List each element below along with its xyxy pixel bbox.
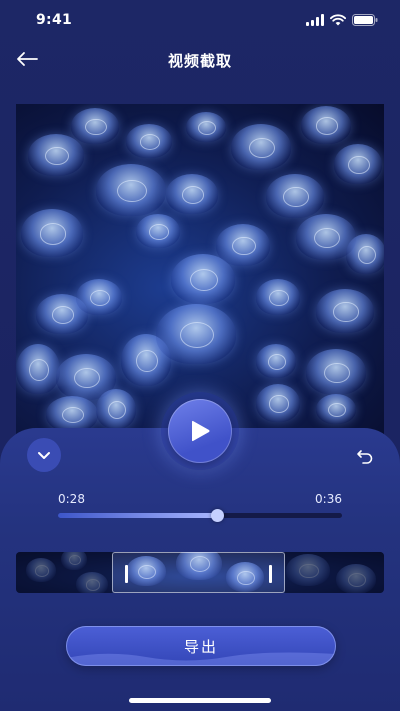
video-preview[interactable]: [16, 104, 384, 438]
jellyfish-image-element: [266, 174, 324, 218]
undo-icon[interactable]: [356, 447, 374, 465]
wifi-icon: [330, 14, 346, 26]
jellyfish-image-element: [16, 344, 60, 394]
status-bar: 9:41: [0, 0, 400, 40]
status-icons: [306, 13, 378, 27]
jellyfish-image-element: [346, 234, 384, 274]
jellyfish-image-element: [316, 289, 374, 333]
play-icon: [192, 420, 210, 442]
header: 视频截取: [0, 40, 400, 80]
trim-excluded-left: [16, 552, 112, 593]
jellyfish-image-element: [334, 144, 382, 184]
jellyfish-image-element: [28, 134, 84, 176]
jellyfish-image-element: [256, 344, 296, 378]
jellyfish-image-element: [71, 108, 119, 144]
trim-handle-right[interactable]: [269, 565, 272, 583]
jellyfish-image-element: [96, 389, 136, 429]
trim-selection[interactable]: [112, 552, 285, 593]
jellyfish-image-element: [256, 279, 300, 315]
playback-progress-bar[interactable]: [58, 509, 342, 522]
jellyfish-image-element: [21, 209, 83, 257]
home-indicator[interactable]: [129, 698, 271, 703]
jellyfish-image-element: [96, 164, 166, 216]
jellyfish-image-element: [171, 254, 235, 304]
play-button[interactable]: [168, 399, 232, 463]
jellyfish-image-element: [306, 349, 366, 395]
page-title: 视频截取: [167, 52, 232, 70]
battery-icon: [352, 14, 378, 26]
clip-end-time: 0:36: [315, 492, 342, 506]
jellyfish-image-element: [186, 112, 226, 142]
export-button-label: 导出: [183, 637, 218, 656]
jellyfish-image-element: [231, 124, 291, 170]
jellyfish-image-element: [166, 174, 218, 214]
status-time: 9:41: [36, 12, 73, 28]
trim-handle-left[interactable]: [125, 565, 128, 583]
jellyfish-image-element: [136, 214, 180, 248]
jellyfish-image-element: [301, 106, 351, 144]
jellyfish-image-element: [126, 124, 172, 158]
jellyfish-image-element: [46, 396, 98, 432]
signal-icon: [306, 14, 324, 26]
progress-knob[interactable]: [211, 509, 224, 522]
jellyfish-image-element: [316, 394, 356, 424]
export-button[interactable]: 导出: [66, 626, 336, 666]
jellyfish-image-element: [156, 304, 236, 364]
trim-excluded-right: [285, 552, 384, 593]
chevron-down-icon: [38, 452, 50, 459]
video-clip-screen: 9:41 视频截取 0:28 0:36 导出: [0, 0, 400, 711]
clip-start-time: 0:28: [58, 492, 85, 506]
collapse-button[interactable]: [27, 438, 61, 472]
jellyfish-image-element: [76, 279, 122, 315]
progress-fill: [58, 513, 217, 518]
jellyfish-image-element: [256, 384, 300, 422]
